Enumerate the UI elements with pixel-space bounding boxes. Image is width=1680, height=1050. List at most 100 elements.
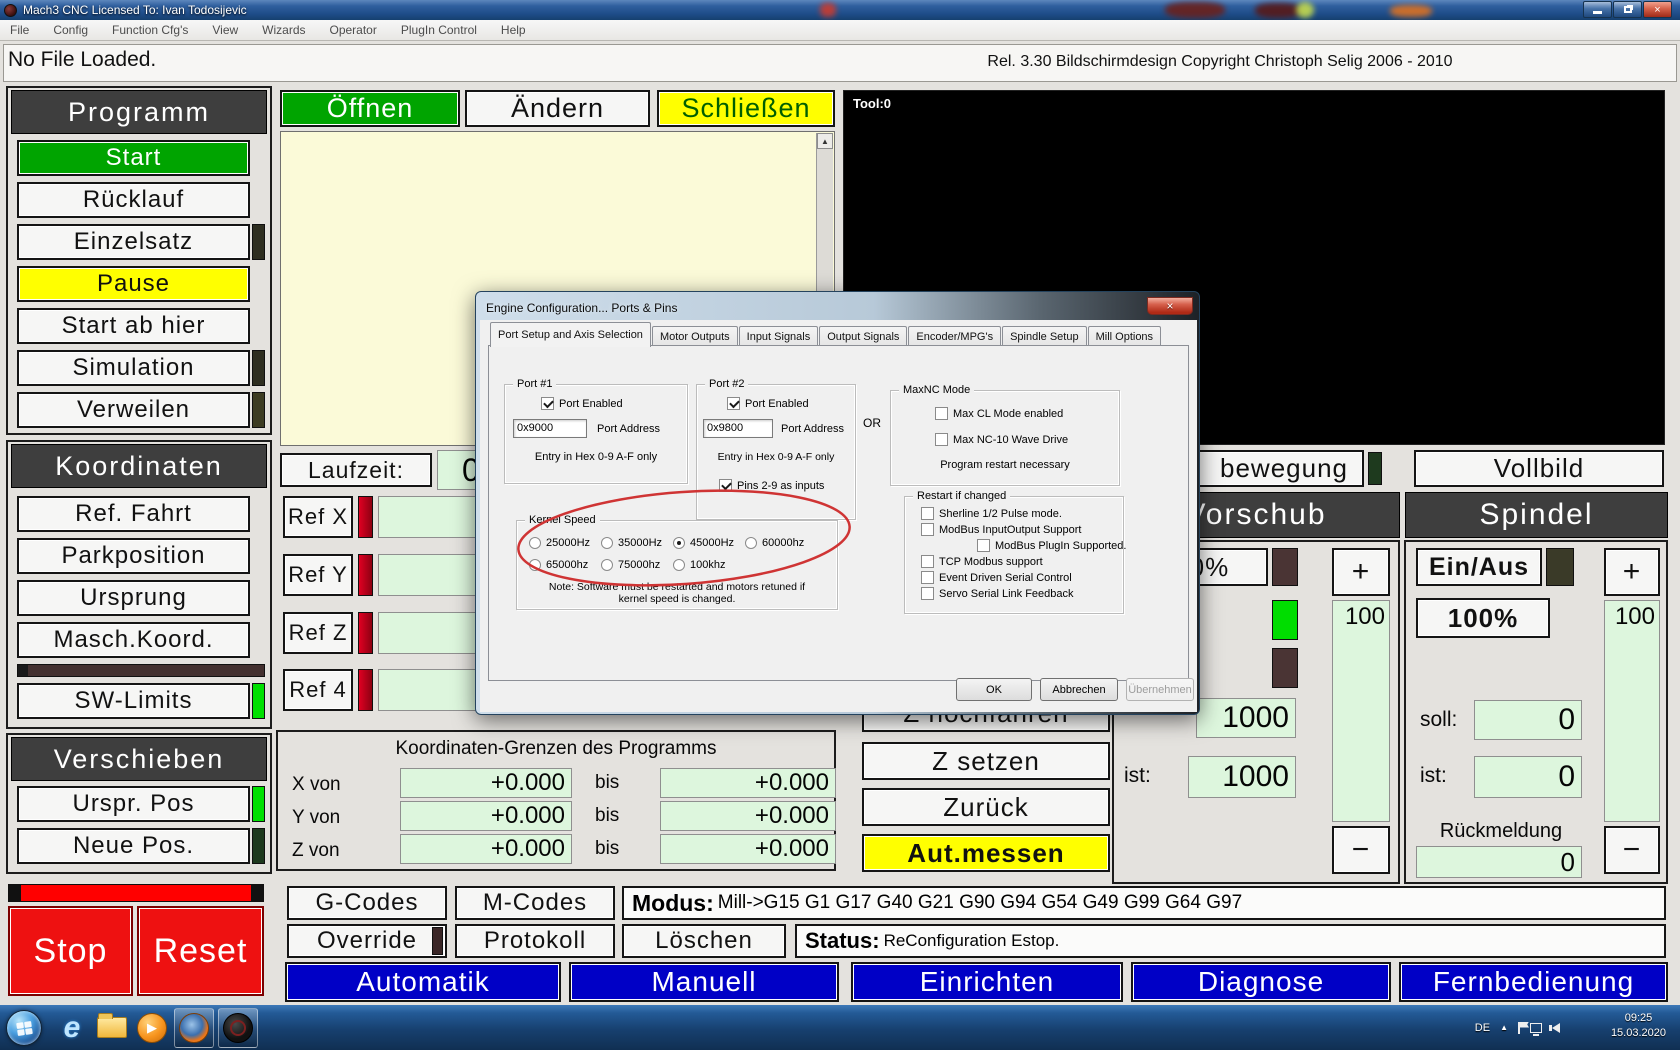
radio-35000hz[interactable]: 35000Hz [601,537,662,549]
tab-motor-outputs[interactable]: Motor Outputs [651,326,738,347]
port1-enabled-checkbox[interactable]: Port Enabled [541,397,623,410]
ref-x-button[interactable]: Ref X [283,496,353,538]
mach3-taskbar-icon[interactable] [218,1007,258,1048]
aendern-button[interactable]: Ändern [465,90,650,127]
port2-enabled-checkbox[interactable]: Port Enabled [727,397,809,410]
nav-einrichten-button[interactable]: Einrichten [851,962,1123,1002]
nav-diagnose-button[interactable]: Diagnose [1131,962,1391,1002]
vorschub-value[interactable]: 1000 [1196,698,1296,738]
abbrechen-button[interactable]: Abbrechen [1040,678,1118,701]
scroll-up-icon[interactable]: ▲ [817,133,833,149]
port1-address-input[interactable]: 0x9000 [513,419,587,438]
override-button[interactable]: Override [287,924,447,958]
masch-koord-button[interactable]: Masch.Koord. [17,622,250,658]
menu-view[interactable]: View [212,23,238,37]
urspr-pos-button[interactable]: Urspr. Pos [17,786,250,822]
menu-wizards[interactable]: Wizards [262,23,305,37]
tab-spindle-setup[interactable]: Spindle Setup [1002,326,1087,347]
spindel-onoff-button[interactable]: Ein/Aus [1416,548,1542,586]
ref-fahrt-button[interactable]: Ref. Fahrt [17,496,250,532]
ok-button[interactable]: OK [956,678,1032,701]
restore-button[interactable] [1613,1,1642,18]
limits-z-from[interactable]: +0.000 [400,834,572,864]
reset-button[interactable]: Reset [137,906,264,996]
spindel-slider[interactable]: 100 [1604,600,1660,822]
close-button[interactable]: × [1643,1,1672,18]
spindel-percent-button[interactable]: 100% [1416,598,1550,638]
tray-expand-icon[interactable]: ▲ [1500,1023,1508,1032]
start-button-orb[interactable] [6,1009,42,1046]
internet-explorer-icon[interactable]: e [52,1008,92,1048]
tab-output-signals[interactable]: Output Signals [819,326,908,347]
sw-limits-button[interactable]: SW-Limits [17,683,250,719]
loeschen-button[interactable]: Löschen [622,924,786,958]
z-setzen-button[interactable]: Z setzen [862,742,1110,780]
spindel-ist-value[interactable]: 0 [1474,756,1582,798]
menu-function-cfgs[interactable]: Function Cfg's [112,23,188,37]
pause-button[interactable]: Pause [17,266,250,302]
ref-y-button[interactable]: Ref Y [283,554,353,596]
vorschub-minus-button[interactable]: − [1332,826,1390,874]
modbus-plugin-checkbox[interactable]: ModBus PlugIn Supported. [977,539,1126,552]
tray-clock[interactable]: 09:25 15.03.2020 [1611,1011,1666,1041]
zurueck-button[interactable]: Zurück [862,788,1110,826]
modbus-io-checkbox[interactable]: ModBus InputOutput Support [921,523,1081,536]
port2-pins-checkbox[interactable]: Pins 2-9 as inputs [719,479,824,492]
event-serial-checkbox[interactable]: Event Driven Serial Control [921,571,1072,584]
aut-messen-button[interactable]: Aut.messen [862,834,1110,872]
menu-help[interactable]: Help [501,23,526,37]
radio-75000hz[interactable]: 75000hz [601,559,660,571]
vorschub-ist-value[interactable]: 1000 [1188,756,1296,798]
minimize-button[interactable] [1583,1,1612,18]
radio-45000hz[interactable]: 45000Hz [673,537,734,549]
vorschub-plus-button[interactable]: + [1332,548,1390,596]
menu-config[interactable]: Config [53,23,88,37]
protokoll-button[interactable]: Protokoll [455,924,615,958]
max-cl-mode-checkbox[interactable]: Max CL Mode enabled [935,407,1063,420]
language-indicator[interactable]: DE [1475,1022,1490,1034]
windows-explorer-icon[interactable] [92,1008,132,1048]
limits-x-from[interactable]: +0.000 [400,768,572,798]
vollbild-button[interactable]: Vollbild [1414,450,1664,487]
ruecklauf-button[interactable]: Rücklauf [17,182,250,218]
laufzeit-button[interactable]: Laufzeit: [280,453,432,487]
max-nc10-wave-checkbox[interactable]: Max NC-10 Wave Drive [935,433,1068,446]
volume-icon[interactable] [1549,1022,1560,1033]
radio-25000hz[interactable]: 25000Hz [529,537,590,549]
port2-address-input[interactable]: 0x9800 [703,419,773,438]
media-player-icon[interactable]: ▶ [132,1008,172,1048]
menu-operator[interactable]: Operator [330,23,377,37]
simulation-button[interactable]: Simulation [17,350,250,386]
limits-z-to[interactable]: +0.000 [660,834,836,864]
ref-z-button[interactable]: Ref Z [283,612,353,654]
parkposition-button[interactable]: Parkposition [17,538,250,574]
einzelsatz-button[interactable]: Einzelsatz [17,224,250,260]
radio-60000hz[interactable]: 60000hz [745,537,804,549]
dialog-titlebar[interactable]: Engine Configuration... Ports & Pins × [480,296,1195,320]
schliessen-button[interactable]: Schließen [657,90,835,127]
tab-encoder-mpgs[interactable]: Encoder/MPG's [908,326,1002,347]
nav-fernbedienung-button[interactable]: Fernbedienung [1399,962,1668,1002]
spindel-soll-value[interactable]: 0 [1474,700,1582,740]
start-ab-hier-button[interactable]: Start ab hier [17,308,250,344]
vorschub-slider[interactable]: 100 [1332,600,1390,822]
radio-65000hz[interactable]: 65000hz [529,559,588,571]
firefox-icon[interactable] [174,1007,214,1048]
limits-y-to[interactable]: +0.000 [660,801,836,831]
start-button[interactable]: Start [17,140,250,176]
ref-4-button[interactable]: Ref 4 [283,669,353,711]
spindel-minus-button[interactable]: − [1604,826,1660,874]
menu-file[interactable]: File [10,23,29,37]
ursprung-button[interactable]: Ursprung [17,580,250,616]
limits-x-to[interactable]: +0.000 [660,768,836,798]
radio-100khz[interactable]: 100khz [673,559,725,571]
neue-pos-button[interactable]: Neue Pos. [17,828,250,864]
tab-port-setup[interactable]: Port Setup and Axis Selection [490,322,651,347]
nav-manuell-button[interactable]: Manuell [569,962,839,1002]
spindel-plus-button[interactable]: + [1604,548,1660,596]
limits-y-from[interactable]: +0.000 [400,801,572,831]
g-codes-button[interactable]: G-Codes [287,886,447,920]
stop-button[interactable]: Stop [8,906,133,996]
action-center-flag-icon[interactable] [1518,1021,1520,1034]
sherline-checkbox[interactable]: Sherline 1/2 Pulse mode. [921,507,1062,520]
